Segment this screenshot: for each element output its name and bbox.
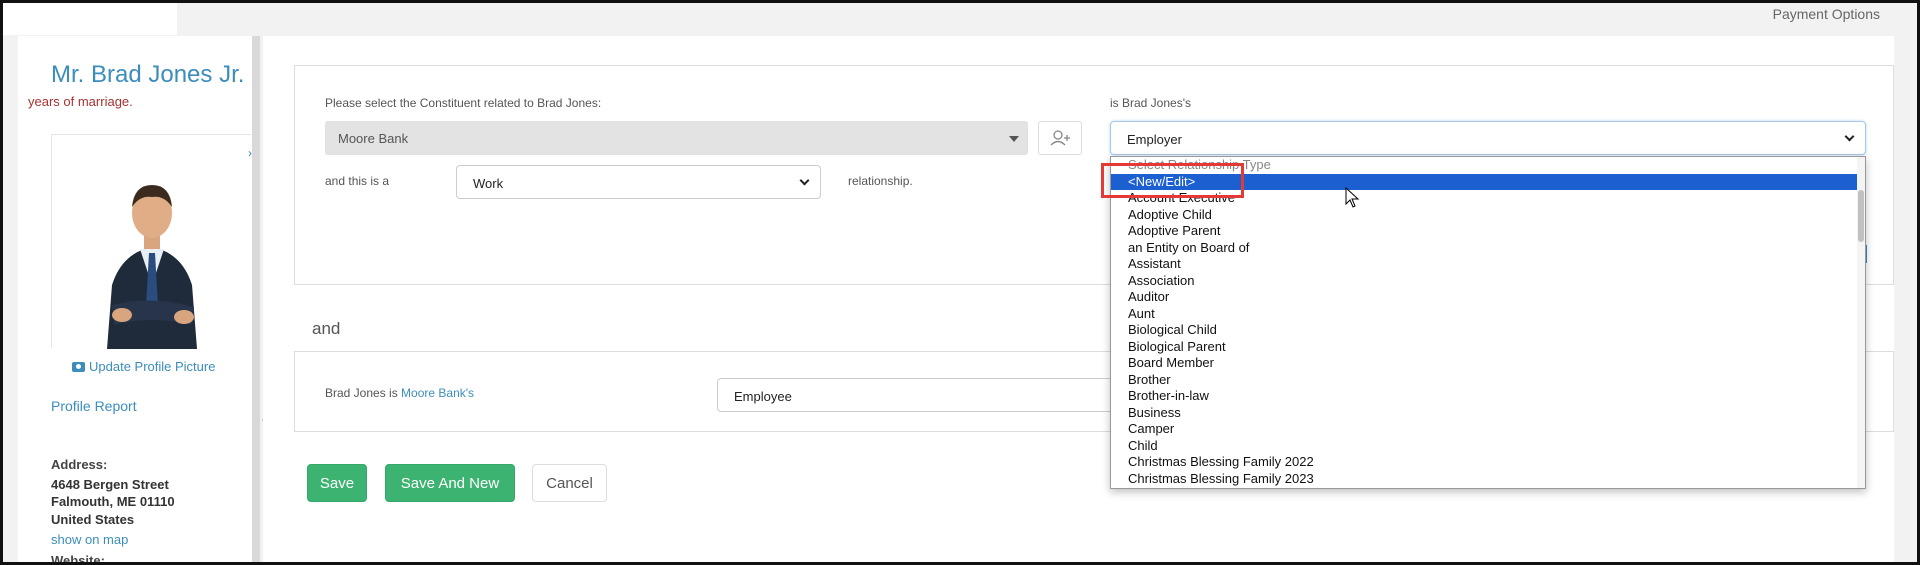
- reciprocal-link[interactable]: Moore Bank's: [401, 386, 474, 400]
- profile-photo: [51, 134, 252, 349]
- dropdown-option-list: Account Executive Adoptive Child Adoptive …: [1111, 190, 1865, 487]
- address-line-2: Falmouth, ME 01110: [51, 494, 175, 509]
- dropdown-option[interactable]: Association: [1111, 273, 1865, 290]
- reciprocal-text: Brad Jones is Moore Bank's: [325, 386, 474, 400]
- relationship-type-value: Employer: [1127, 132, 1182, 147]
- category-select-value: Work: [473, 176, 504, 191]
- address-line-3: United States: [51, 512, 135, 527]
- address-label: Address:: [51, 457, 108, 472]
- dropdown-option[interactable]: Business: [1111, 405, 1865, 422]
- dropdown-option[interactable]: Biological Child: [1111, 322, 1865, 339]
- profile-photo-image: [52, 135, 252, 349]
- show-on-map-link[interactable]: show on map: [51, 532, 128, 547]
- dropdown-option[interactable]: Child: [1111, 438, 1865, 455]
- dropdown-option[interactable]: Camper: [1111, 421, 1865, 438]
- website-label: Website:: [51, 553, 105, 562]
- dropdown-option[interactable]: Brother-in-law: [1111, 388, 1865, 405]
- dropdown-scrollbar[interactable]: [1857, 157, 1865, 488]
- highlight-annotation-box: [1101, 163, 1244, 198]
- reciprocal-prefix: Brad Jones is: [325, 386, 398, 400]
- and-this-is-a-label: and this is a: [325, 174, 390, 188]
- constituent-select-value: Moore Bank: [338, 131, 409, 146]
- dropdown-option[interactable]: Board Member: [1111, 355, 1865, 372]
- dropdown-option[interactable]: Christmas Blessing Family 2022: [1111, 454, 1865, 471]
- dropdown-option[interactable]: Adoptive Parent: [1111, 223, 1865, 240]
- relationship-suffix-label: relationship.: [848, 174, 913, 188]
- address-line-1: 4648 Bergen Street: [51, 477, 169, 492]
- dropdown-option[interactable]: an Entity on Board of: [1111, 240, 1865, 257]
- save-button[interactable]: Save: [307, 464, 367, 502]
- relationship-type-select[interactable]: Employer: [1110, 121, 1866, 155]
- sidebar-divider[interactable]: [252, 36, 260, 562]
- cancel-button[interactable]: Cancel: [532, 464, 607, 502]
- top-strip: [3, 3, 177, 35]
- dropdown-option[interactable]: Aunt: [1111, 306, 1865, 323]
- reciprocal-select-value: Employee: [734, 389, 792, 404]
- profile-name: Mr. Brad Jones Jr.: [51, 61, 245, 88]
- payment-options-link[interactable]: Payment Options: [1773, 6, 1880, 22]
- dropdown-option[interactable]: Brother: [1111, 372, 1865, 389]
- update-profile-picture-label: Update Profile Picture: [89, 359, 216, 374]
- profile-report-link[interactable]: Profile Report: [51, 398, 137, 414]
- dropdown-option[interactable]: Auditor: [1111, 289, 1865, 306]
- chevron-down-icon: [1844, 131, 1855, 142]
- dropdown-option[interactable]: Assistant: [1111, 256, 1865, 273]
- constituent-prompt: Please select the Constituent related to…: [325, 96, 602, 110]
- add-user-icon: [1050, 130, 1070, 146]
- add-constituent-button[interactable]: [1038, 121, 1082, 155]
- dropdown-option[interactable]: Biological Parent: [1111, 339, 1865, 356]
- and-label: and: [312, 319, 341, 338]
- caret-down-icon: [1009, 136, 1019, 142]
- camera-icon: [72, 362, 85, 372]
- category-select[interactable]: Work: [456, 165, 821, 199]
- chevron-down-icon: [799, 175, 810, 186]
- update-profile-picture-link[interactable]: Update Profile Picture: [72, 359, 215, 374]
- dropdown-option[interactable]: Adoptive Child: [1111, 207, 1865, 224]
- is-label: is Brad Jones's: [1110, 96, 1191, 110]
- reciprocal-select[interactable]: Employee: [717, 378, 1117, 412]
- save-and-new-button[interactable]: Save And New: [385, 464, 515, 502]
- profile-subtitle: years of marriage.: [28, 94, 133, 109]
- relationship-type-dropdown[interactable]: Select Relationship Type <New/Edit> Acco…: [1110, 156, 1866, 489]
- dropdown-option[interactable]: Christmas Blessing Family 2023: [1111, 471, 1865, 488]
- mouse-cursor-icon: [1345, 187, 1360, 208]
- constituent-select[interactable]: Moore Bank: [325, 121, 1028, 155]
- dropdown-scrollbar-thumb[interactable]: [1858, 190, 1864, 242]
- profile-sidebar: Mr. Brad Jones Jr. years of marriage. › …: [18, 36, 252, 562]
